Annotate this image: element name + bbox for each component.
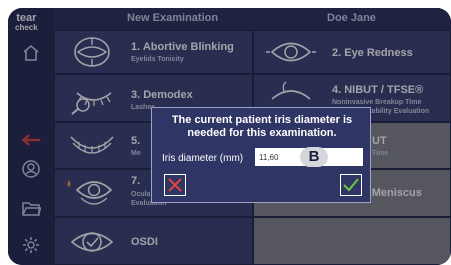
app-window: tear check New Examination Doe Jane 1. A…	[8, 8, 451, 265]
confirm-button[interactable]	[340, 174, 362, 196]
checkmark-icon	[343, 178, 359, 192]
iris-diameter-dialog: The current patient iris diameter is nee…	[151, 107, 371, 203]
iris-diameter-label: Iris diameter (mm)	[162, 153, 244, 164]
close-icon	[168, 178, 182, 192]
badge-b: B	[300, 147, 328, 167]
dialog-message: The current patient iris diameter is nee…	[171, 114, 353, 139]
cancel-button[interactable]	[164, 174, 186, 196]
